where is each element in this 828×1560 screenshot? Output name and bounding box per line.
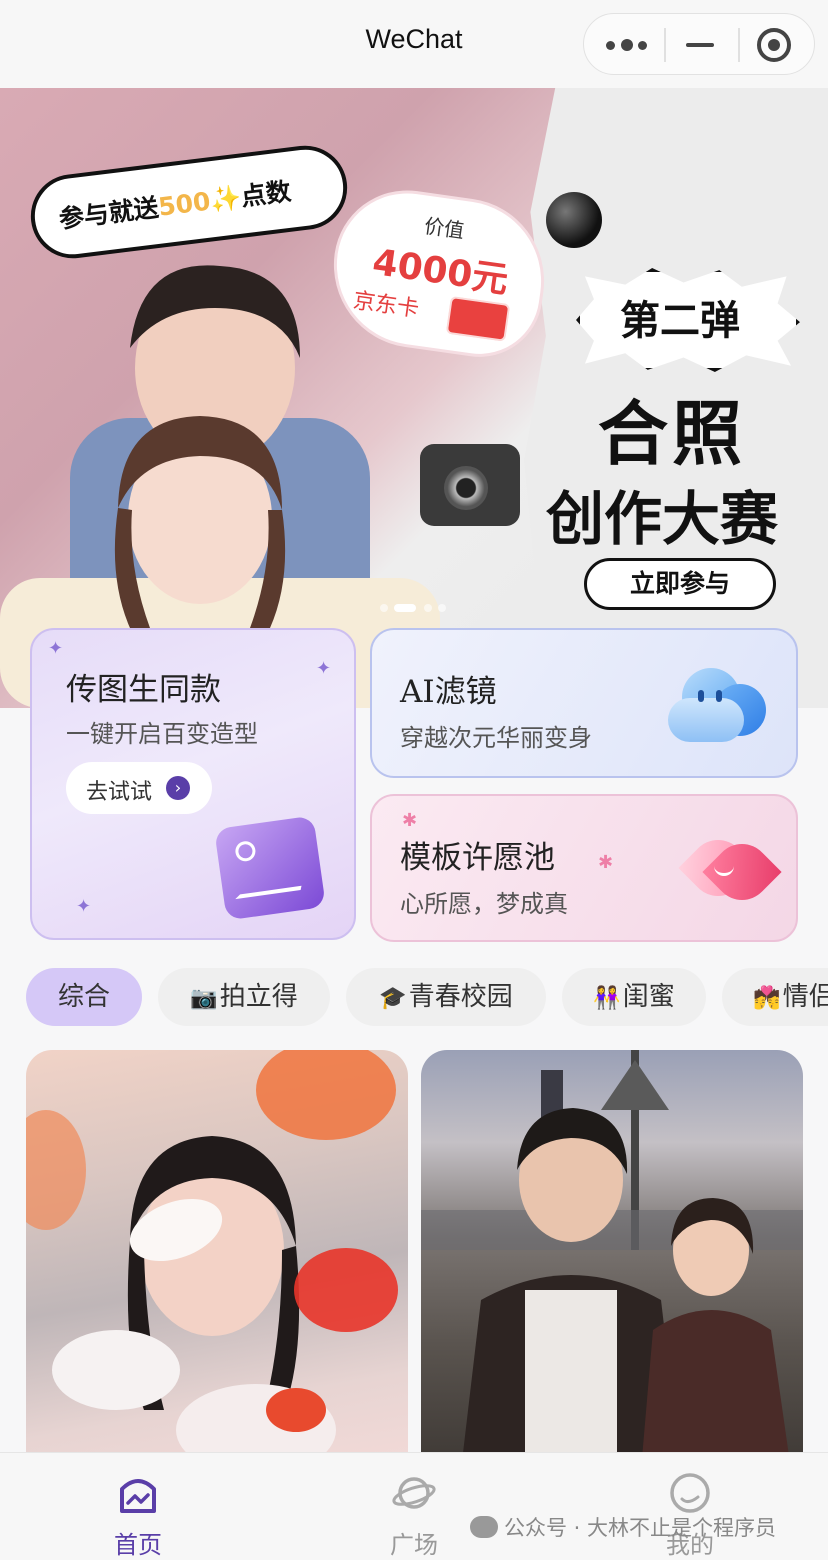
feed-item[interactable] <box>26 1050 408 1470</box>
banner-title-2: 创作大赛 <box>546 485 779 553</box>
tab-label: 闺蜜 <box>622 982 675 1012</box>
tab-polaroid[interactable]: 📷拍立得 <box>158 968 330 1026</box>
tab-general[interactable]: 综合 <box>26 968 142 1026</box>
sparkle-icon: ✦ <box>48 638 64 659</box>
sparkle-icon: ✨ <box>208 182 243 216</box>
ai-filter-card[interactable]: AI滤镜 穿越次元华丽变身 <box>370 628 798 778</box>
carousel-dot-active[interactable] <box>394 604 416 612</box>
couple-kiss-icon: 💏 <box>753 986 781 1011</box>
graduation-cap-icon: 🎓 <box>379 986 407 1011</box>
round-label: 第二弹 <box>620 298 740 344</box>
capsule-divider <box>738 28 740 62</box>
try-button-label: 去试试 <box>86 780 153 805</box>
tab-label: 综合 <box>57 982 110 1012</box>
camera-icon <box>420 444 520 526</box>
watermark-text: 公众号 · 大林不止是个程序员 <box>504 1516 777 1540</box>
cloud-face-icon <box>668 664 768 748</box>
besties-icon: 👭 <box>593 986 621 1011</box>
wechat-logo-icon <box>470 1516 498 1538</box>
card-title: AI滤镜 <box>400 674 497 710</box>
carousel-dot[interactable] <box>424 604 432 612</box>
card-subtitle: 穿越次元华丽变身 <box>400 724 592 752</box>
tab-campus[interactable]: 🎓青春校园 <box>346 968 546 1026</box>
try-button[interactable]: 去试试 › <box>66 762 212 814</box>
carousel-indicator[interactable] <box>380 604 460 612</box>
prize-label: 价值 <box>422 213 466 243</box>
card-subtitle: 心所愿，梦成真 <box>400 890 568 918</box>
tab-home[interactable]: 首页 <box>88 1465 188 1559</box>
sparkle-icon: ✱ <box>598 852 614 873</box>
card-title: 模板许愿池 <box>400 840 555 876</box>
sparkle-icon: ✦ <box>316 658 332 679</box>
card-subtitle: 一键开启百变造型 <box>66 720 258 748</box>
image-icon <box>214 815 326 921</box>
gift-card-icon <box>445 295 511 342</box>
profile-icon <box>670 1473 710 1513</box>
reward-number: 500 <box>156 186 212 222</box>
tab-square[interactable]: 广场 <box>364 1465 464 1559</box>
close-target-icon[interactable] <box>757 28 791 62</box>
planet-icon <box>392 1477 436 1509</box>
bottom-tab-bar: 首页 广场 我的 <box>0 1452 828 1560</box>
card-title: 传图生同款 <box>66 672 221 708</box>
sparkle-icon: ✦ <box>76 896 92 917</box>
reward-bubble: 参与就送500✨点数 <box>26 140 352 264</box>
banner-title-1: 合照 <box>598 393 746 475</box>
tab-couple[interactable]: 💏情侣 <box>722 968 828 1026</box>
city-couple-photo <box>421 1050 803 1470</box>
reward-suffix: 点数 <box>239 176 293 212</box>
minimize-icon[interactable] <box>686 43 714 47</box>
goldfish-girl-photo <box>26 1050 398 1470</box>
bomb-icon <box>546 192 602 248</box>
carousel-dot[interactable] <box>438 604 446 612</box>
capsule-menu <box>583 13 815 75</box>
template-wish-pool-card[interactable]: 模板许愿池 心所愿，梦成真 ✱ ✱ <box>370 794 798 942</box>
tab-mine[interactable]: 我的 <box>640 1465 740 1559</box>
tab-besties[interactable]: 👭闺蜜 <box>562 968 706 1026</box>
promo-banner[interactable]: 参与就送500✨点数 价值 4000元 京东卡 第二弹 合照 创作大赛 立即参与 <box>0 88 828 708</box>
home-icon <box>120 1479 156 1513</box>
carousel-dot[interactable] <box>380 604 388 612</box>
tab-label: 情侣 <box>782 982 828 1012</box>
watermark: 公众号 · 大林不止是个程序员 <box>470 1512 776 1542</box>
tab-label: 青春校园 <box>408 982 513 1012</box>
upload-same-style-card[interactable]: 传图生同款 一键开启百变造型 去试试 › ✦ ✦ ✦ <box>30 628 356 940</box>
reward-prefix: 参与就送 <box>57 192 161 234</box>
tab-label: 拍立得 <box>219 982 298 1012</box>
chevron-right-icon: › <box>166 776 190 800</box>
heart-icon <box>678 828 782 912</box>
feed-item[interactable] <box>421 1050 803 1470</box>
sparkle-icon: ✱ <box>402 810 418 831</box>
join-now-button[interactable]: 立即参与 <box>584 558 776 610</box>
more-icon[interactable] <box>606 38 650 52</box>
category-tabs: 综合 📷拍立得 🎓青春校园 👭闺蜜 💏情侣 <box>26 968 828 1026</box>
capsule-divider <box>664 28 666 62</box>
tab-home-label: 首页 <box>114 1531 162 1559</box>
title-bar: WeChat <box>0 0 828 88</box>
tab-square-label: 广场 <box>390 1531 438 1559</box>
camera-icon: 📷 <box>190 986 218 1011</box>
